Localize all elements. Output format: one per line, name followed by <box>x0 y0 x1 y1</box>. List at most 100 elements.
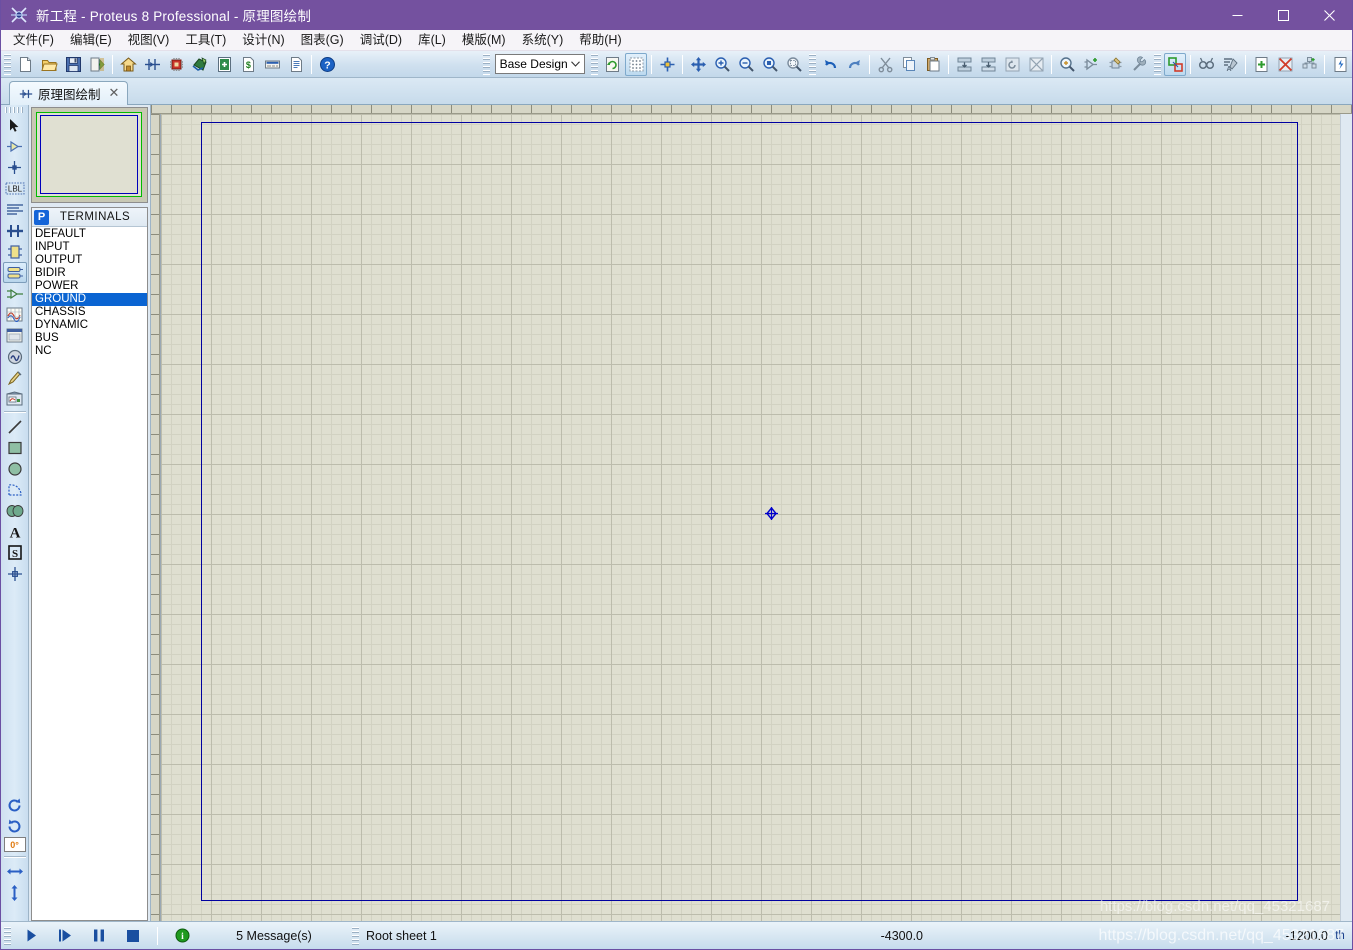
statusbar-gripper-sheet[interactable] <box>352 926 359 945</box>
toolbar-gripper-file[interactable] <box>4 53 11 75</box>
make-device-icon[interactable] <box>1080 53 1102 76</box>
undo-icon[interactable] <box>819 53 841 76</box>
open-project-icon[interactable] <box>38 53 60 76</box>
menu-edit[interactable]: 编辑(E) <box>62 31 120 50</box>
new-root-sheet-icon[interactable] <box>1250 53 1272 76</box>
schematic-canvas[interactable]: https://blog.csdn.net/qq_45321687 <box>160 114 1340 921</box>
overview-preview-panel[interactable] <box>31 107 148 203</box>
palette-gripper[interactable] <box>4 107 25 113</box>
menu-design[interactable]: 设计(N) <box>234 31 292 50</box>
pause-button[interactable] <box>82 924 116 948</box>
menu-file[interactable]: 文件(F) <box>5 31 62 50</box>
stop-button[interactable] <box>116 924 150 948</box>
save-project-icon[interactable] <box>62 53 84 76</box>
pick-parts-icon[interactable] <box>1056 53 1078 76</box>
virtual-instrument-icon[interactable] <box>3 388 27 409</box>
toolbar-gripper-edit[interactable] <box>809 53 816 75</box>
toolbar-gripper-view[interactable] <box>591 53 598 75</box>
wire-label-icon[interactable]: LBL <box>3 178 27 199</box>
zoom-all-icon[interactable] <box>759 53 781 76</box>
list-item[interactable]: NC <box>32 345 147 358</box>
search-icon[interactable] <box>1195 53 1217 76</box>
info-icon[interactable]: i <box>165 924 199 948</box>
home-icon[interactable] <box>117 53 139 76</box>
origin-icon[interactable] <box>656 53 678 76</box>
packaging-tool-icon[interactable] <box>1104 53 1126 76</box>
netlist-icon[interactable] <box>1329 53 1351 76</box>
rotation-angle-field[interactable]: 0° <box>3 837 26 852</box>
minimize-button[interactable] <box>1214 0 1260 30</box>
menu-library[interactable]: 库(L) <box>410 31 454 50</box>
mirror-horizontal-icon[interactable] <box>3 861 27 882</box>
step-button[interactable] <box>48 924 82 948</box>
device-pin-icon[interactable] <box>3 283 27 304</box>
zoom-area-icon[interactable] <box>783 53 805 76</box>
goto-sheet-icon[interactable] <box>1298 53 1320 76</box>
toggle-grid-icon[interactable] <box>625 52 647 76</box>
menu-help[interactable]: 帮助(H) <box>571 31 629 50</box>
selection-mode-icon[interactable] <box>3 115 27 136</box>
list-item[interactable]: BIDIR <box>32 267 147 280</box>
menu-template[interactable]: 模版(M) <box>454 31 514 50</box>
source-code-icon[interactable]: $ <box>237 53 259 76</box>
visual-designer-icon[interactable] <box>213 53 235 76</box>
list-item[interactable]: OUTPUT <box>32 254 147 267</box>
block-delete-icon[interactable] <box>1025 53 1047 76</box>
new-project-icon[interactable] <box>14 53 36 76</box>
property-assignment-icon[interactable]: A <box>1219 53 1241 76</box>
pan-icon[interactable] <box>687 53 709 76</box>
schematic-capture-icon[interactable] <box>141 53 163 76</box>
arc-icon[interactable] <box>3 479 27 500</box>
design-select[interactable]: Base Design <box>494 54 585 74</box>
generator-icon[interactable] <box>3 346 27 367</box>
bill-of-materials-icon[interactable] <box>261 53 283 76</box>
path-icon[interactable] <box>3 500 27 521</box>
statusbar-gripper[interactable] <box>4 926 11 945</box>
text-icon[interactable]: A <box>3 521 27 542</box>
redo-icon[interactable] <box>843 53 865 76</box>
list-item[interactable]: INPUT <box>32 241 147 254</box>
paste-icon[interactable] <box>922 53 944 76</box>
list-item[interactable]: CHASSIS <box>32 306 147 319</box>
help-icon[interactable]: ? <box>316 53 338 76</box>
text-script-icon[interactable] <box>3 199 27 220</box>
copy-icon[interactable] <box>898 53 920 76</box>
subcircuit-icon[interactable] <box>3 241 27 262</box>
tab-close-icon[interactable]: ✕ <box>109 87 120 100</box>
tape-recorder-icon[interactable] <box>3 325 27 346</box>
design-explorer-toggle-icon[interactable] <box>1164 52 1186 76</box>
list-item-selected[interactable]: GROUND <box>32 293 147 306</box>
zoom-in-icon[interactable] <box>711 53 733 76</box>
mirror-vertical-icon[interactable] <box>3 882 27 903</box>
component-mode-icon[interactable] <box>3 136 27 157</box>
close-button[interactable] <box>1306 0 1352 30</box>
play-button[interactable] <box>14 924 48 948</box>
menu-system[interactable]: 系统(Y) <box>514 31 572 50</box>
tab-schematic[interactable]: 原理图绘制 ✕ <box>9 81 129 105</box>
list-item[interactable]: BUS <box>32 332 147 345</box>
terminals-mode-icon[interactable] <box>2 262 27 283</box>
menu-graph[interactable]: 图表(G) <box>293 31 352 50</box>
pick-from-libraries-button[interactable]: P <box>34 209 49 225</box>
menu-view[interactable]: 视图(V) <box>120 31 178 50</box>
import-export-icon[interactable] <box>86 53 108 76</box>
voltage-probe-icon[interactable] <box>3 367 27 388</box>
design-explorer-icon[interactable] <box>285 53 307 76</box>
symbol-icon[interactable]: S <box>3 542 27 563</box>
box-icon[interactable] <box>3 437 27 458</box>
3d-viewer-icon[interactable] <box>189 53 211 76</box>
vertical-scrollbar[interactable] <box>1340 114 1352 921</box>
toolbar-gripper-sheet[interactable] <box>1154 53 1161 75</box>
marker-icon[interactable] <box>3 563 27 584</box>
remove-sheet-icon[interactable] <box>1274 53 1296 76</box>
block-move-icon[interactable] <box>977 53 999 76</box>
list-item[interactable]: POWER <box>32 280 147 293</box>
junction-dot-icon[interactable] <box>3 157 27 178</box>
list-item[interactable]: DYNAMIC <box>32 319 147 332</box>
rotate-anticlockwise-icon[interactable] <box>3 816 27 837</box>
maximize-button[interactable] <box>1260 0 1306 30</box>
line-icon[interactable] <box>3 416 27 437</box>
pcb-layout-icon[interactable] <box>165 53 187 76</box>
block-copy-icon[interactable] <box>953 53 975 76</box>
graph-mode-icon[interactable] <box>3 304 27 325</box>
